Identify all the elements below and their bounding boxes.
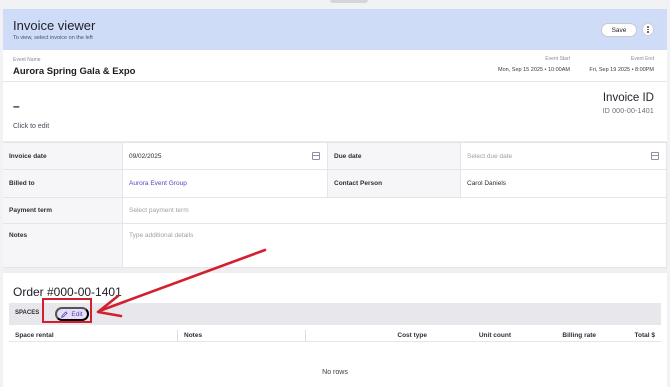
form-row-notes: Notes Type additional details xyxy=(3,224,667,268)
spaces-table-header: Space rental Notes Cost type Unit count … xyxy=(9,329,661,342)
due-date-field[interactable]: Select due date xyxy=(461,143,667,169)
payment-term-field[interactable]: Select payment term xyxy=(123,198,667,223)
invoice-id-value: ID 000-00-1401 xyxy=(602,108,654,115)
event-info-row: Event Name Aurora Spring Gala & Expo Eve… xyxy=(3,50,667,82)
calendar-icon[interactable] xyxy=(312,152,320,160)
invoice-id-title: Invoice ID xyxy=(602,92,654,104)
invoice-date-label: Invoice date xyxy=(3,143,123,169)
spaces-label: SPACES xyxy=(15,310,40,316)
notes-label: Notes xyxy=(3,224,123,267)
order-title: Order #000-00-1401 xyxy=(13,285,122,299)
window-top-strip xyxy=(0,0,670,9)
save-button[interactable]: Save xyxy=(601,23,637,37)
event-start-value: Mon, Sep 15 2025 • 10:00AM xyxy=(498,67,570,73)
col-unit-count[interactable]: Unit count xyxy=(479,332,511,339)
col-billing-rate[interactable]: Billing rate xyxy=(562,332,596,339)
form-row-payment: Payment term Select payment term xyxy=(3,198,667,224)
billed-to-field[interactable]: Aurora Event Group xyxy=(123,170,328,197)
col-total[interactable]: Total $ xyxy=(635,332,655,339)
annotation-highlight-box xyxy=(42,298,92,323)
contact-person-field[interactable]: Carol Daniels xyxy=(461,170,667,197)
viewer-header: Invoice viewer To view, select invoice o… xyxy=(3,9,667,50)
col-notes[interactable]: Notes xyxy=(184,332,202,339)
due-date-label: Due date xyxy=(328,143,461,169)
page-subtitle: To view, select invoice on the left xyxy=(13,35,93,41)
click-to-edit-hint[interactable]: Click to edit xyxy=(13,123,49,130)
invoice-date-value: 09/02/2025 xyxy=(129,152,162,160)
notes-field[interactable]: Type additional details xyxy=(123,224,667,267)
column-divider[interactable] xyxy=(305,330,306,341)
invoice-date-field[interactable]: 09/02/2025 xyxy=(123,143,328,169)
calendar-icon[interactable] xyxy=(651,152,659,160)
payment-term-label: Payment term xyxy=(3,198,123,223)
event-name-label: Event Name xyxy=(13,57,41,63)
column-divider[interactable] xyxy=(177,330,178,341)
event-end-label: Event End xyxy=(630,56,654,62)
drag-handle[interactable] xyxy=(330,0,368,3)
empty-table-message: No rows xyxy=(322,369,348,376)
invoice-viewer-panel: Invoice viewer To view, select invoice o… xyxy=(3,9,667,387)
order-section: Order #000-00-1401 SPACES Edit Space ren… xyxy=(3,273,667,387)
due-date-placeholder: Select due date xyxy=(467,152,513,160)
event-end-value: Fri, Sep 19 2025 • 8:00PM xyxy=(589,67,654,73)
event-name: Aurora Spring Gala & Expo xyxy=(13,66,136,77)
col-cost-type[interactable]: Cost type xyxy=(397,332,427,339)
spaces-bar: SPACES Edit xyxy=(9,303,661,325)
page-title: Invoice viewer xyxy=(13,18,96,33)
form-row-dates: Invoice date 09/02/2025 Due date Select … xyxy=(3,143,667,170)
form-row-billing: Billed to Aurora Event Group Contact Per… xyxy=(3,170,667,198)
event-start-label: Event Start xyxy=(545,56,570,62)
invoice-name[interactable]: – xyxy=(13,99,20,113)
col-space-rental[interactable]: Space rental xyxy=(15,332,54,339)
contact-person-label: Contact Person xyxy=(328,170,461,197)
more-options-icon[interactable] xyxy=(642,23,654,36)
invoice-title-block: – Click to edit Invoice ID ID 000-00-140… xyxy=(3,82,667,142)
billed-to-label: Billed to xyxy=(3,170,123,197)
invoice-form: Invoice date 09/02/2025 Due date Select … xyxy=(3,142,667,268)
